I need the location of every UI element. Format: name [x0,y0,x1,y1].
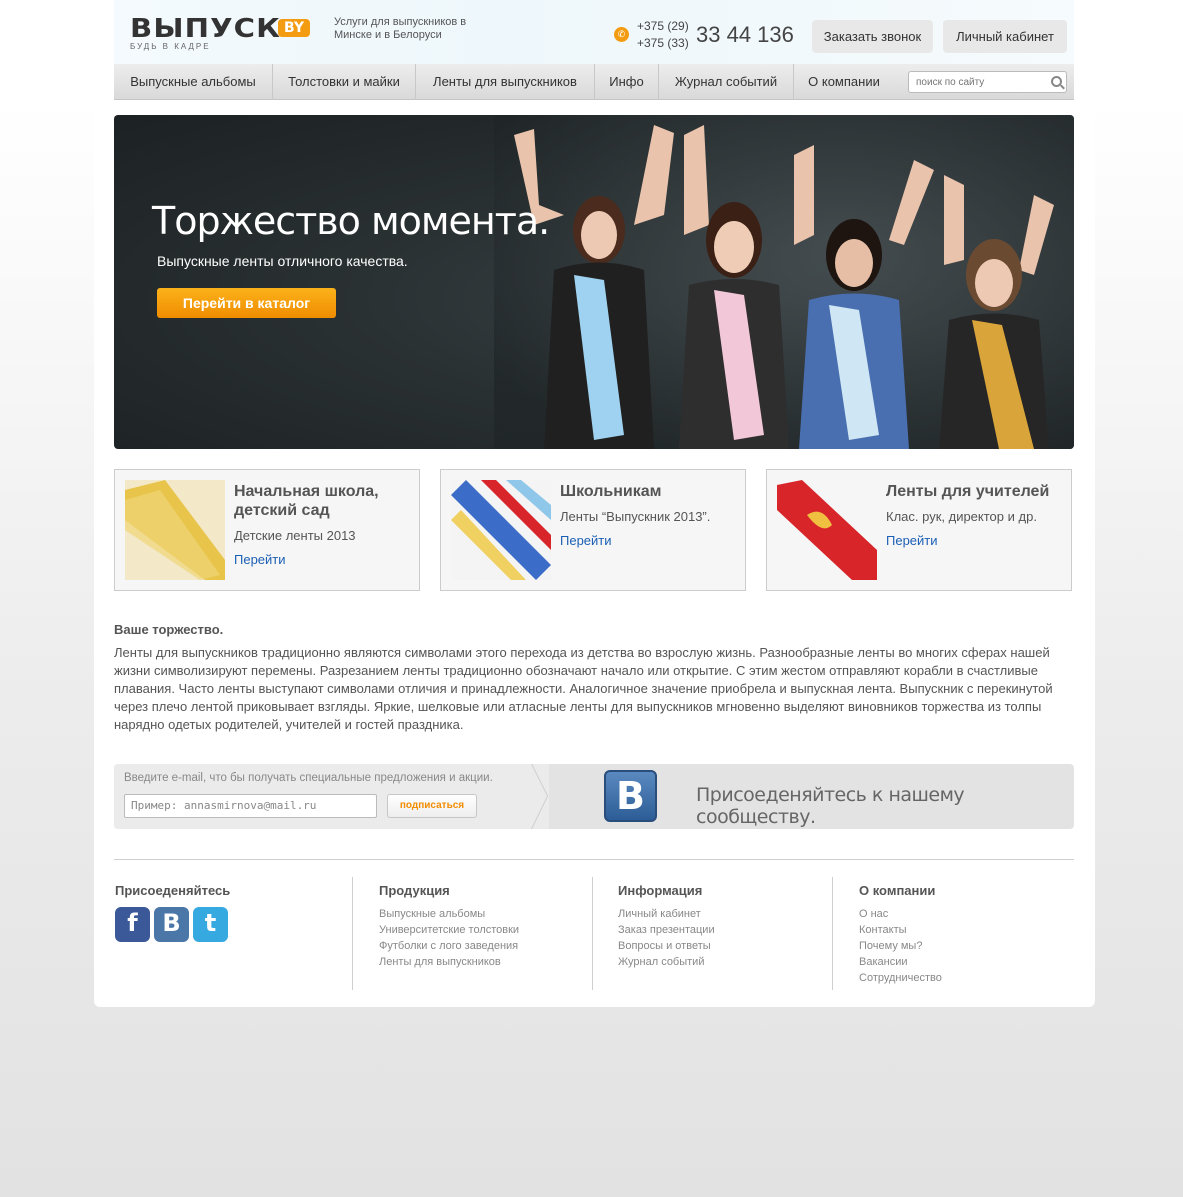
card-image-teachers[interactable] [777,480,877,580]
card-image-school[interactable] [451,480,551,580]
phone-number: 33 44 136 [696,22,794,47]
footer-link[interactable]: Выпускные альбомы [379,906,592,922]
hero-photo [494,115,1074,449]
hero-title: Торжество момента. [152,199,550,243]
search-input[interactable] [909,72,1039,93]
personal-cabinet-button[interactable]: Личный кабинет [943,20,1067,53]
nav-item-about[interactable]: О компании [794,64,894,100]
footer-link[interactable]: Сотрудничество [859,970,1072,986]
header-tagline: Услуги для выпускников в Минске и в Бело… [334,16,467,41]
footer-column-title: Продукция [379,883,450,898]
nav-item-ribbons[interactable]: Ленты для выпускников [416,64,595,100]
article-body: Ленты для выпускников традиционно являют… [114,645,1053,732]
phone-code-1: +375 (29) [637,19,689,33]
article-title: Ваше торжество. [114,622,224,637]
header: ВЫПУСК BY БУДЬ В КАДРЕ Услуги для выпуск… [114,0,1074,64]
card-link[interactable]: Перейти [560,533,612,548]
catalog-button[interactable]: Перейти в каталог [157,288,336,318]
footer-divider [114,859,1074,860]
footer-column-title: Информация [618,883,703,898]
footer-link[interactable]: Почему мы? [859,938,1072,954]
email-field[interactable]: Пример: annasmirnova@mail.ru [124,794,377,818]
search-icon[interactable] [1051,76,1062,87]
logo-suffix: BY [278,19,311,37]
phone-code-2: +375 (33) [637,36,689,50]
subscribe-button[interactable]: подписаться [387,794,477,818]
footer-link[interactable]: Вакансии [859,954,1072,970]
card-image-primary[interactable] [125,480,225,580]
footer-link[interactable]: Вопросы и ответы [618,938,832,954]
nav-item-info[interactable]: Инфо [595,64,659,100]
footer-join-column: Присоеденяйтесь [115,877,351,990]
footer-link[interactable]: Контакты [859,922,1072,938]
divider-arrow [528,764,549,829]
hero-subtitle: Выпускные ленты отличного качества. [157,253,408,269]
footer-link[interactable]: Ленты для выпускников [379,954,592,970]
card-desc: Ленты “Выпускник 2013”. [560,509,711,524]
logo-word: ВЫПУСК [130,14,282,44]
card-title: Ленты для учителей [886,483,1050,500]
card-desc: Клас. рук, директор и др. [886,509,1037,524]
vk-community-icon[interactable]: B [604,770,657,822]
footer-link[interactable]: О нас [859,906,1072,922]
main-nav: Выпускные альбомы Толстовки и майки Лент… [114,64,1074,100]
footer-link[interactable]: Заказ презентации [618,922,832,938]
card-schoolchildren: Школьникам Ленты “Выпускник 2013”. Перей… [440,469,746,591]
nav-item-hoodies[interactable]: Толстовки и майки [273,64,416,100]
vk-icon[interactable]: B [154,907,189,942]
twitter-icon[interactable]: t [193,907,228,942]
footer-info-column: Информация Личный кабинет Заказ презента… [592,877,832,990]
card-link[interactable]: Перейти [886,533,938,548]
logo[interactable]: ВЫПУСК BY БУДЬ В КАДРЕ [130,16,320,54]
nav-item-events[interactable]: Журнал событий [659,64,794,100]
card-title: Школьникам [560,483,662,500]
footer-link[interactable]: Университетские толстовки [379,922,592,938]
card-primary-school: Начальная школа, детский сад Детские лен… [114,469,420,591]
nav-item-albums[interactable]: Выпускные альбомы [114,64,273,100]
facebook-icon[interactable]: f [115,907,150,942]
logo-tagline: БУДЬ В КАДРЕ [130,42,211,51]
order-call-button[interactable]: Заказать звонок [812,20,933,53]
footer-column-title: О компании [859,883,936,898]
search-box [908,71,1067,93]
join-community-text[interactable]: Присоеденяйтесь к нашему сообществу. [696,784,1074,828]
phone-icon: ✆ [614,27,629,42]
footer-link[interactable]: Журнал событий [618,954,832,970]
card-title: Начальная школа, детский сад [234,483,379,519]
phone-codes: +375 (29) +375 (33) [637,18,689,52]
footer-about-column: О компании О нас Контакты Почему мы? Вак… [832,877,1072,990]
footer-products-column: Продукция Выпускные альбомы Университетс… [352,877,592,990]
footer-join-title: Присоеденяйтесь [115,883,231,898]
card-teachers: Ленты для учителей Клас. рук, директор и… [766,469,1072,591]
card-link[interactable]: Перейти [234,552,286,567]
footer-link[interactable]: Футболки с лого заведения [379,938,592,954]
subscribe-label: Введите e-mail, что бы получать специаль… [124,772,493,784]
card-desc: Детские ленты 2013 [234,528,356,543]
hero-banner: Торжество момента. Выпускные ленты отлич… [114,115,1074,449]
subscribe-bar: Введите e-mail, что бы получать специаль… [114,764,1074,829]
footer-link[interactable]: Личный кабинет [618,906,832,922]
